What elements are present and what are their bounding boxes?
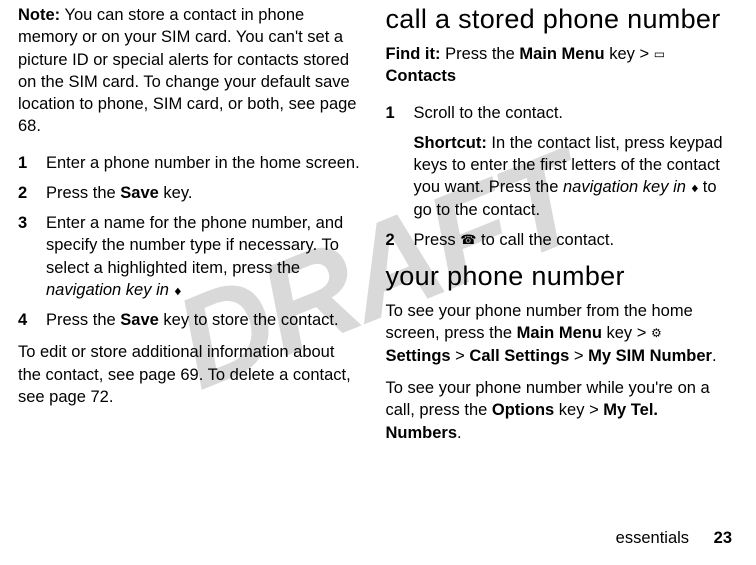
key-label-save: Save [120,184,159,202]
step-number: 1 [18,152,46,174]
key-label-settings: Settings [386,347,451,365]
find-it-text: Press the [440,45,519,63]
nav-key-icon: ◆ [174,285,180,299]
step-number: 2 [18,182,46,204]
key-label-options: Options [492,401,554,419]
key-label-main-menu: Main Menu [517,324,602,342]
step-number: 3 [18,212,46,301]
step-text-part: Enter a name for the phone number, and s… [46,214,343,277]
page-number: 23 [714,529,732,547]
footer-section: essentials [616,529,689,547]
key-label-my-sim: My SIM Number [588,347,712,365]
find-it-text: key > [605,45,654,63]
list-item: 1 Enter a phone number in the home scree… [18,152,362,174]
para-text: . [457,424,462,442]
list-item: 2 Press ☎ to call the contact. [386,229,730,251]
step-text: Press the Save key. [46,182,362,204]
note-text: You can store a contact in phone memory … [18,6,356,135]
step-text: Press ☎ to call the contact. [414,229,730,251]
note-label: Note: [18,6,60,24]
heading-your-phone: your phone number [386,261,730,292]
right-column: call a stored phone number Find it: Pres… [374,4,742,454]
step-number: 4 [18,309,46,331]
your-phone-para1: To see your phone number from the home s… [386,300,730,367]
heading-call-stored: call a stored phone number [386,4,730,35]
step-text: Press the Save key to store the contact. [46,309,362,331]
para-text: > [569,347,588,365]
steps-list-left: 1 Enter a phone number in the home scree… [18,152,362,332]
tail-paragraph: To edit or store additional information … [18,341,362,408]
nav-key-italic: navigation key in [563,178,686,196]
step-text: Enter a name for the phone number, and s… [46,212,362,301]
step-text-part: to call the contact. [476,231,614,249]
list-item: 2 Press the Save key. [18,182,362,204]
step-text-part: key to store the contact. [159,311,339,329]
step-text-part: Press [414,231,461,249]
list-item: 4 Press the Save key to store the contac… [18,309,362,331]
step-number: 1 [386,102,414,124]
your-phone-para2: To see your phone number while you're on… [386,377,730,444]
para-text: > [451,347,470,365]
page-content: Note: You can store a contact in phone m… [0,0,756,454]
key-label-contacts: Contacts [386,67,457,85]
nav-key-icon: ◆ [691,182,697,196]
step-text-part: Press the [46,311,120,329]
key-label-save: Save [120,311,159,329]
para-text: key > [554,401,603,419]
list-item: 1 Scroll to the contact. [386,102,730,124]
para-text: key > [602,324,651,342]
page-footer: essentials 23 [616,527,732,549]
steps-list-right-2: 2 Press ☎ to call the contact. [386,229,730,251]
nav-key-italic: navigation key in [46,281,169,299]
step-text: Enter a phone number in the home screen. [46,152,362,174]
note-paragraph: Note: You can store a contact in phone m… [18,4,362,138]
find-it-line: Find it: Press the Main Menu key > ▭ Con… [386,43,730,88]
shortcut-paragraph: Shortcut: In the contact list, press key… [386,132,730,221]
settings-icon: ⚙ [651,325,662,341]
step-text-part: Press the [46,184,120,202]
step-text-part: key. [159,184,193,202]
send-key-icon: ☎ [460,231,476,249]
para-text: . [712,347,717,365]
key-label-call-settings: Call Settings [469,347,569,365]
steps-list-right: 1 Scroll to the contact. [386,102,730,124]
left-column: Note: You can store a contact in phone m… [6,4,374,454]
step-text: Scroll to the contact. [414,102,730,124]
contacts-icon: ▭ [654,46,665,62]
list-item: 3 Enter a name for the phone number, and… [18,212,362,301]
step-number: 2 [386,229,414,251]
find-it-label: Find it: [386,45,441,63]
shortcut-label: Shortcut: [414,134,487,152]
key-label-main-menu: Main Menu [519,45,604,63]
